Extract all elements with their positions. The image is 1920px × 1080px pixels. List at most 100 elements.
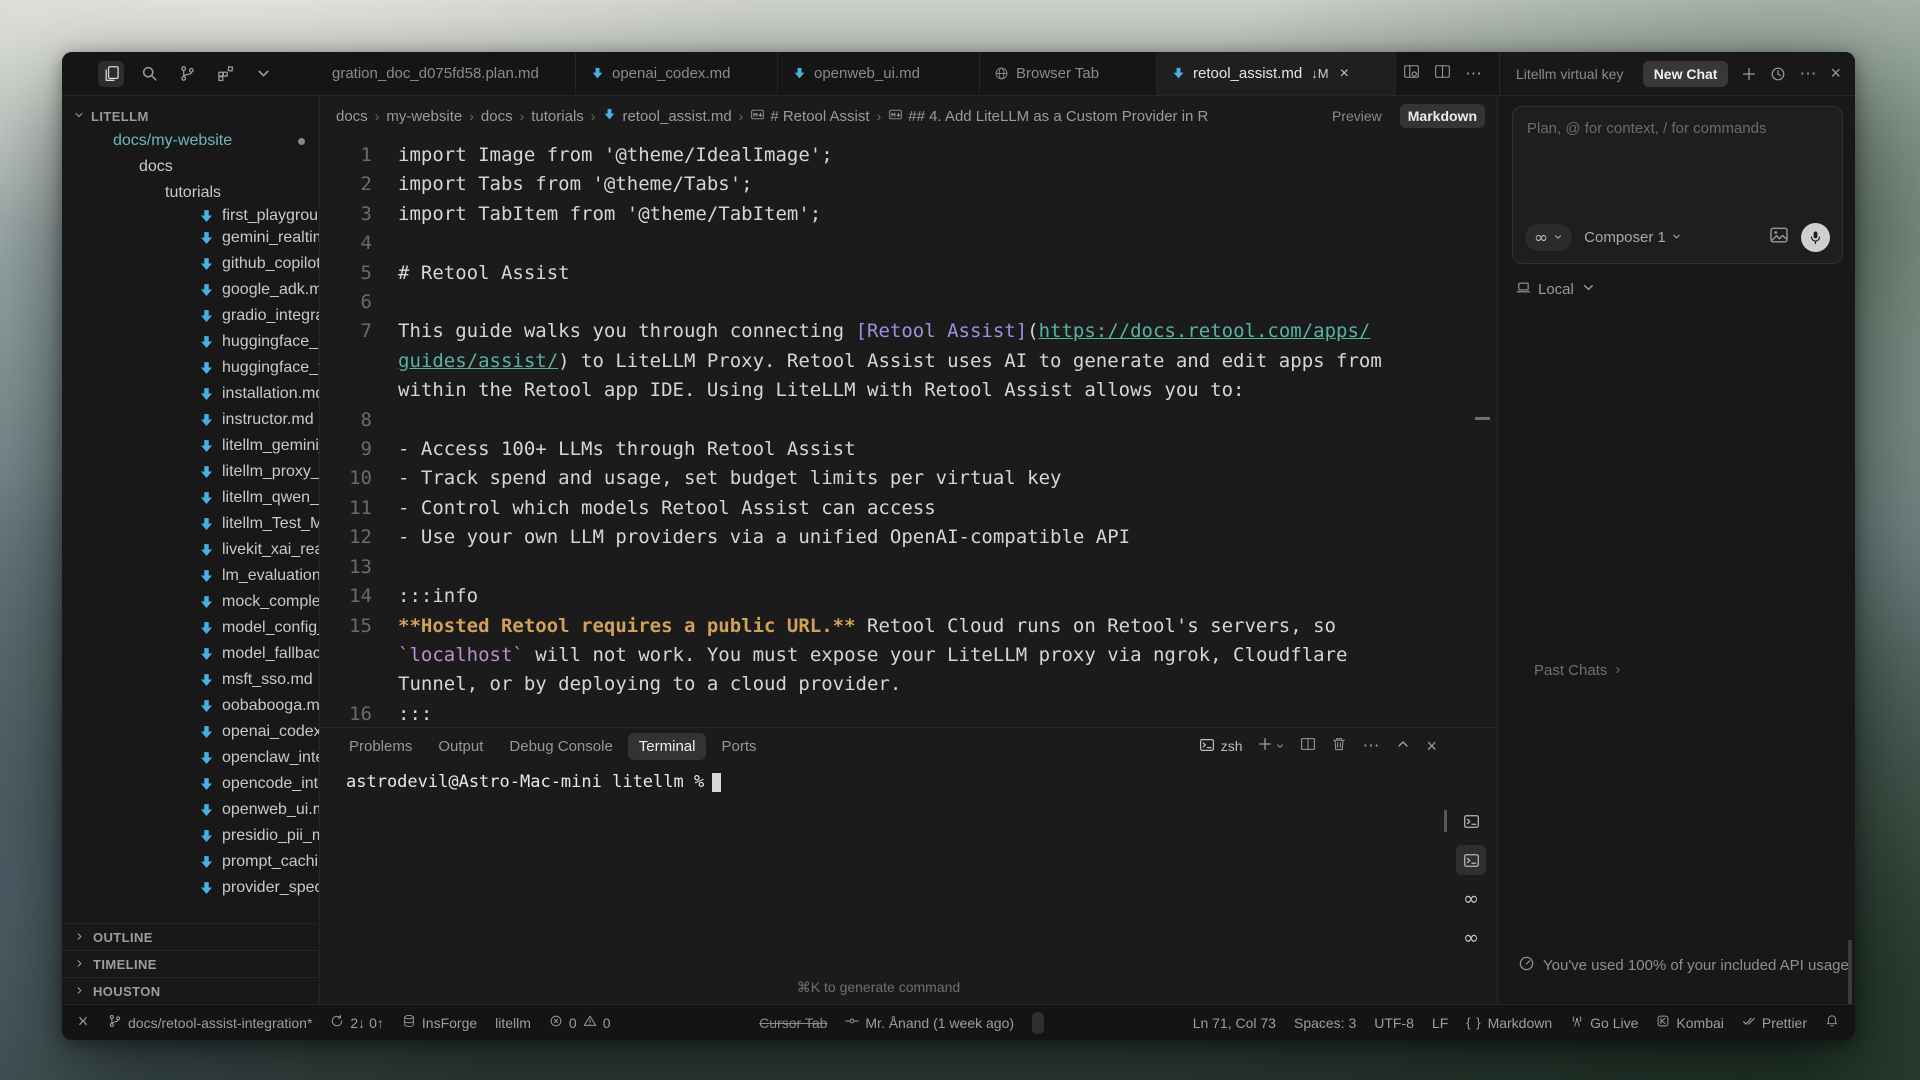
maximize-panel-icon[interactable]	[1395, 736, 1411, 756]
notifications[interactable]	[1825, 1014, 1839, 1031]
file-lm_evaluation_harness...[interactable]: lm_evaluation_harness...	[62, 563, 319, 589]
chevron-down-icon[interactable]	[250, 61, 276, 87]
file-google_adk.md[interactable]: google_adk.md	[62, 277, 319, 303]
cursor-tab-status[interactable]: Cursor Tab	[759, 1015, 827, 1031]
code-editor[interactable]: 1import Image from '@theme/IdealImage';2…	[320, 136, 1497, 727]
folder-tutorials[interactable]: tutorials	[62, 180, 319, 206]
source-control-icon[interactable]	[174, 61, 200, 87]
terminal-session-terminal[interactable]	[1456, 806, 1486, 836]
new-chat-button[interactable]: New Chat	[1643, 61, 1729, 87]
chat-input-box[interactable]: Plan, @ for context, / for commands ∞ Co…	[1512, 106, 1843, 264]
breadcrumb-item[interactable]: docs	[336, 108, 368, 125]
file-litellm_gemini_cli.md[interactable]: litellm_gemini_cli.md	[62, 433, 319, 459]
close-panel-icon[interactable]: ×	[1830, 63, 1841, 84]
file-oobabooga.md[interactable]: oobabooga.md	[62, 693, 319, 719]
encoding[interactable]: UTF-8	[1374, 1015, 1414, 1031]
close-tab-icon[interactable]: ×	[1340, 65, 1349, 83]
terminal-body[interactable]: astrodevil@Astro-Mac-mini litellm % ⌘K t…	[320, 764, 1497, 1004]
prettier[interactable]: Prettier	[1742, 1014, 1807, 1031]
file-installation.md[interactable]: installation.md	[62, 381, 319, 407]
terminal-session-infinity[interactable]: ∞	[1456, 923, 1486, 953]
file-msft_sso.md[interactable]: msft_sso.md	[62, 667, 319, 693]
extensions-icon[interactable]	[212, 61, 238, 87]
new-terminal-button[interactable]	[1257, 736, 1285, 756]
search-indicator[interactable]	[1032, 1012, 1044, 1034]
file-huggingface_codellama...[interactable]: huggingface_codellama...	[62, 329, 319, 355]
more-actions-icon[interactable]: ⋯	[1465, 64, 1483, 84]
file-huggingface_tutorial.md[interactable]: huggingface_tutorial.md	[62, 355, 319, 381]
file-first_playground.md[interactable]: first_playground.md	[62, 206, 319, 225]
folder-docs-my-website[interactable]: docs/my-website	[62, 128, 319, 154]
file-model_fallbacks.md[interactable]: model_fallbacks.md	[62, 641, 319, 667]
split-terminal-icon[interactable]	[1300, 736, 1316, 756]
file-github_copilot_integrati...[interactable]: github_copilot_integrati...	[62, 251, 319, 277]
terminal-scrollbar[interactable]	[1444, 810, 1447, 832]
sidebar-section-timeline[interactable]: TIMELINE	[62, 950, 319, 977]
file-gradio_integration.md[interactable]: gradio_integration.md	[62, 303, 319, 329]
tab-retool_assist.md[interactable]: retool_assist.md↓M×	[1157, 52, 1396, 95]
chat-scrollbar[interactable]	[1848, 940, 1852, 1004]
search-icon[interactable]	[136, 61, 162, 87]
folder-docs[interactable]: docs	[62, 154, 319, 180]
terminal-session-terminal-selected[interactable]	[1456, 845, 1486, 875]
panel-tab-debug-console[interactable]: Debug Console	[498, 733, 623, 760]
terminal-more-icon[interactable]: ⋯	[1362, 736, 1380, 756]
model-selector[interactable]: ∞	[1525, 224, 1572, 251]
panel-tab-problems[interactable]: Problems	[338, 733, 423, 760]
file-openai_codex.md[interactable]: openai_codex.md	[62, 719, 319, 745]
sidebar-section-outline[interactable]: OUTLINE	[62, 923, 319, 950]
breadcrumb-item[interactable]: ## 4. Add LiteLLM as a Custom Provider i…	[888, 107, 1208, 126]
litellm-status[interactable]: litellm	[495, 1015, 531, 1031]
past-chats-link[interactable]: Past Chats	[1534, 662, 1623, 679]
remote-indicator[interactable]	[76, 1014, 90, 1031]
file-instructor.md[interactable]: instructor.md	[62, 407, 319, 433]
add-chat-icon[interactable]	[1741, 66, 1757, 82]
git-blame[interactable]: Mr. Ånand (1 week ago)	[845, 1014, 1014, 1031]
file-litellm_Test_Multiple_Pr...[interactable]: litellm_Test_Multiple_Pr...	[62, 511, 319, 537]
eol-sequence[interactable]: LF	[1432, 1015, 1448, 1031]
file-opencode_integration.md[interactable]: opencode_integration.md	[62, 771, 319, 797]
attach-image-icon[interactable]	[1769, 225, 1789, 250]
breadcrumb-item[interactable]: my-website	[386, 108, 462, 125]
file-livekit_xai_realtime.md[interactable]: livekit_xai_realtime.md	[62, 537, 319, 563]
sync-changes[interactable]: 2↓ 0↑	[330, 1014, 383, 1031]
open-preview-icon[interactable]	[1403, 63, 1420, 85]
git-branch[interactable]: docs/retool-assist-integration*	[108, 1014, 312, 1031]
chat-history-icon[interactable]	[1770, 66, 1786, 82]
tab-Browser Tab[interactable]: Browser Tab	[980, 52, 1157, 95]
kombai[interactable]: Kombai	[1656, 1014, 1723, 1031]
breadcrumb-item[interactable]: tutorials	[531, 108, 584, 125]
tab-gration_doc_d075fd58.plan.md[interactable]: gration_doc_d075fd58.plan.md	[318, 52, 576, 95]
breadcrumb-item[interactable]: # Retool Assist	[750, 107, 869, 126]
problems-status[interactable]: 00	[549, 1014, 611, 1031]
file-litellm_proxy_aporia.md[interactable]: litellm_proxy_aporia.md	[62, 459, 319, 485]
context-selector[interactable]: Local	[1516, 280, 1855, 299]
split-editor-icon[interactable]	[1434, 63, 1451, 85]
file-prompt_caching.md[interactable]: prompt_caching.md	[62, 849, 319, 875]
preview-mode-button[interactable]: Preview	[1324, 104, 1390, 128]
microphone-icon[interactable]	[1801, 223, 1830, 252]
shell-indicator[interactable]: zsh	[1199, 737, 1243, 756]
breadcrumb-item[interactable]: retool_assist.md	[602, 107, 731, 126]
link-url[interactable]: https://docs.retool.com/apps/	[1039, 320, 1371, 342]
project-header[interactable]: LITELLM	[62, 104, 319, 128]
file-openweb_ui.md[interactable]: openweb_ui.md	[62, 797, 319, 823]
language-mode[interactable]: { }Markdown	[1466, 1015, 1552, 1031]
terminal-session-infinity[interactable]: ∞	[1456, 884, 1486, 914]
files-icon[interactable]	[98, 61, 124, 87]
file-model_config_proxy.md[interactable]: model_config_proxy.md	[62, 615, 319, 641]
file-openclaw_integration.md[interactable]: openclaw_integration.md	[62, 745, 319, 771]
file-litellm_qwen_code_cli.md[interactable]: litellm_qwen_code_cli.md	[62, 485, 319, 511]
tab-openai_codex.md[interactable]: openai_codex.md	[576, 52, 778, 95]
file-mock_completion.md[interactable]: mock_completion.md	[62, 589, 319, 615]
tab-openweb_ui.md[interactable]: openweb_ui.md	[778, 52, 980, 95]
file-gemini_realtime_with_a...[interactable]: gemini_realtime_with_a...	[62, 225, 319, 251]
chat-more-icon[interactable]: ⋯	[1799, 64, 1817, 84]
file-presidio_pii_masking.md[interactable]: presidio_pii_masking.md	[62, 823, 319, 849]
panel-tab-terminal[interactable]: Terminal	[628, 733, 707, 760]
sidebar-section-houston[interactable]: HOUSTON	[62, 977, 319, 1004]
indentation[interactable]: Spaces: 3	[1294, 1015, 1356, 1031]
link-url[interactable]: guides/assist/	[398, 350, 558, 372]
panel-tab-output[interactable]: Output	[427, 733, 494, 760]
insforge-status[interactable]: InsForge	[402, 1014, 477, 1031]
